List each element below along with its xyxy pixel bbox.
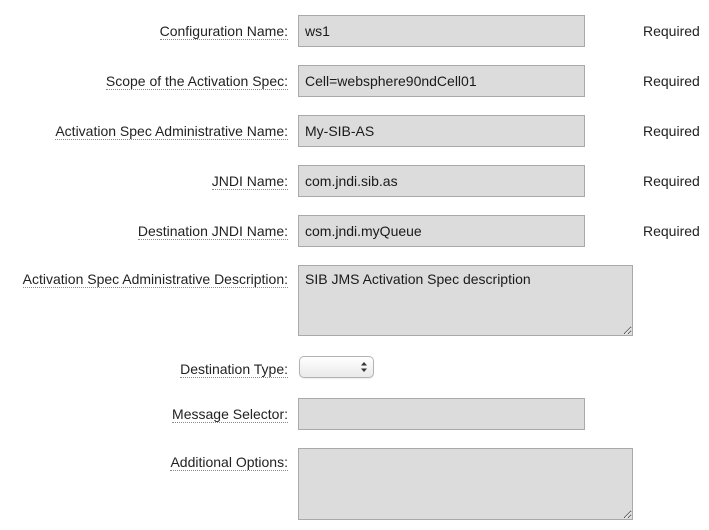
updown-chevron-icon: [360, 360, 368, 374]
destination-type-label: Destination Type:: [180, 360, 288, 378]
admin-description-label-text: Activation Spec Administrative Descripti…: [22, 271, 288, 288]
activation-spec-form: Configuration Name: Required Scope of th…: [0, 0, 709, 530]
configuration-name-required: Required: [643, 23, 700, 39]
configuration-name-input[interactable]: [298, 15, 585, 47]
message-selector-input[interactable]: [298, 398, 585, 430]
destination-jndi-required: Required: [643, 223, 700, 239]
jndi-name-label: JNDI Name:: [211, 172, 288, 190]
scope-input[interactable]: [298, 65, 585, 97]
scope-label-text: Scope of the Activation Spec:: [105, 73, 288, 90]
admin-name-required: Required: [643, 123, 700, 139]
additional-options-textarea[interactable]: [298, 448, 633, 520]
admin-name-label-text: Activation Spec Administrative Name:: [55, 123, 288, 140]
jndi-name-label-text: JNDI Name:: [211, 173, 288, 190]
destination-jndi-label-text: Destination JNDI Name:: [137, 223, 288, 240]
message-selector-label-text: Message Selector:: [172, 406, 288, 423]
admin-name-label: Activation Spec Administrative Name:: [55, 122, 288, 140]
destination-type-label-text: Destination Type:: [180, 361, 288, 378]
jndi-name-input[interactable]: [298, 165, 585, 197]
message-selector-label: Message Selector:: [172, 405, 288, 423]
configuration-name-label-text: Configuration Name:: [159, 23, 288, 40]
configuration-name-label: Configuration Name:: [159, 22, 288, 40]
jndi-name-required: Required: [643, 173, 700, 189]
admin-name-input[interactable]: [298, 115, 585, 147]
additional-options-label-text: Additional Options:: [170, 454, 288, 471]
admin-description-textarea[interactable]: SIB JMS Activation Spec description: [298, 265, 633, 336]
admin-description-label: Activation Spec Administrative Descripti…: [22, 270, 288, 288]
destination-jndi-input[interactable]: [298, 215, 585, 247]
destination-type-select[interactable]: [299, 356, 374, 378]
destination-jndi-label: Destination JNDI Name:: [137, 222, 288, 240]
additional-options-label: Additional Options:: [170, 453, 288, 471]
scope-label: Scope of the Activation Spec:: [105, 72, 288, 90]
scope-required: Required: [643, 73, 700, 89]
